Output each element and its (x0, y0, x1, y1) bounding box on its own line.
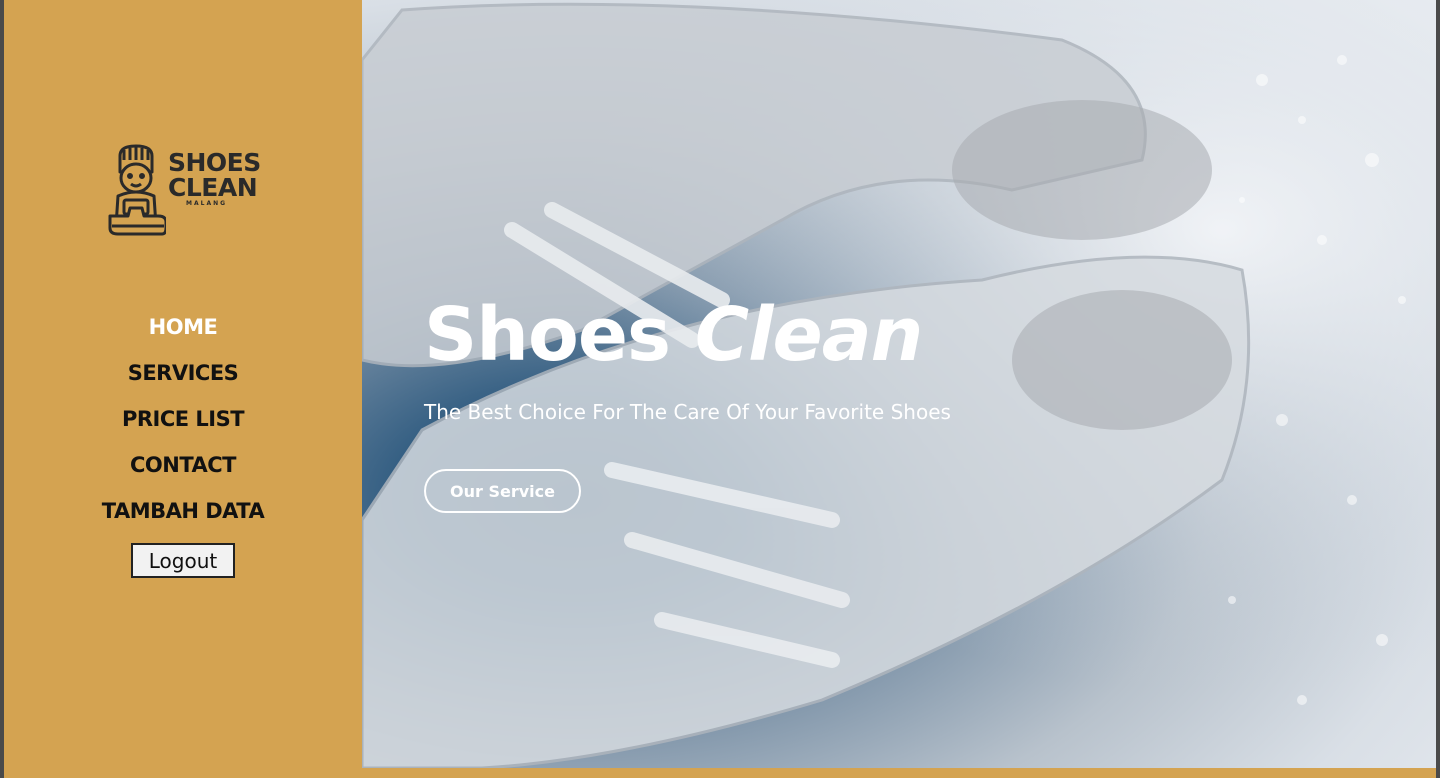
main-nav: HOME SERVICES PRICE LIST CONTACT TAMBAH … (4, 312, 362, 542)
brand-wordmark: SHOES CLEAN (168, 150, 261, 200)
bottom-strip (362, 768, 1436, 778)
hero-section: Shoes Clean The Best Choice For The Care… (362, 0, 1436, 768)
logout-button[interactable]: Logout (131, 543, 235, 578)
window-frame-right (1436, 0, 1440, 778)
nav-item-home[interactable]: HOME (4, 312, 362, 358)
hero-title: Shoes Clean (424, 292, 923, 378)
nav-item-tambah-data[interactable]: TAMBAH DATA (4, 496, 362, 542)
brand-logo[interactable]: SHOES CLEAN MALANG (106, 142, 268, 242)
hero-title-italic: Clean (694, 292, 923, 378)
mascot-icon (108, 144, 168, 236)
our-service-button[interactable]: Our Service (424, 469, 581, 513)
nav-item-contact[interactable]: CONTACT (4, 450, 362, 496)
brand-subline: MALANG (186, 200, 228, 207)
hero-title-plain: Shoes (424, 292, 671, 378)
hero-subtitle: The Best Choice For The Care Of Your Fav… (424, 400, 951, 424)
nav-item-services[interactable]: SERVICES (4, 358, 362, 404)
nav-item-price-list[interactable]: PRICE LIST (4, 404, 362, 450)
brand-line-2: CLEAN (168, 173, 258, 202)
hero-background-image (362, 0, 1436, 768)
